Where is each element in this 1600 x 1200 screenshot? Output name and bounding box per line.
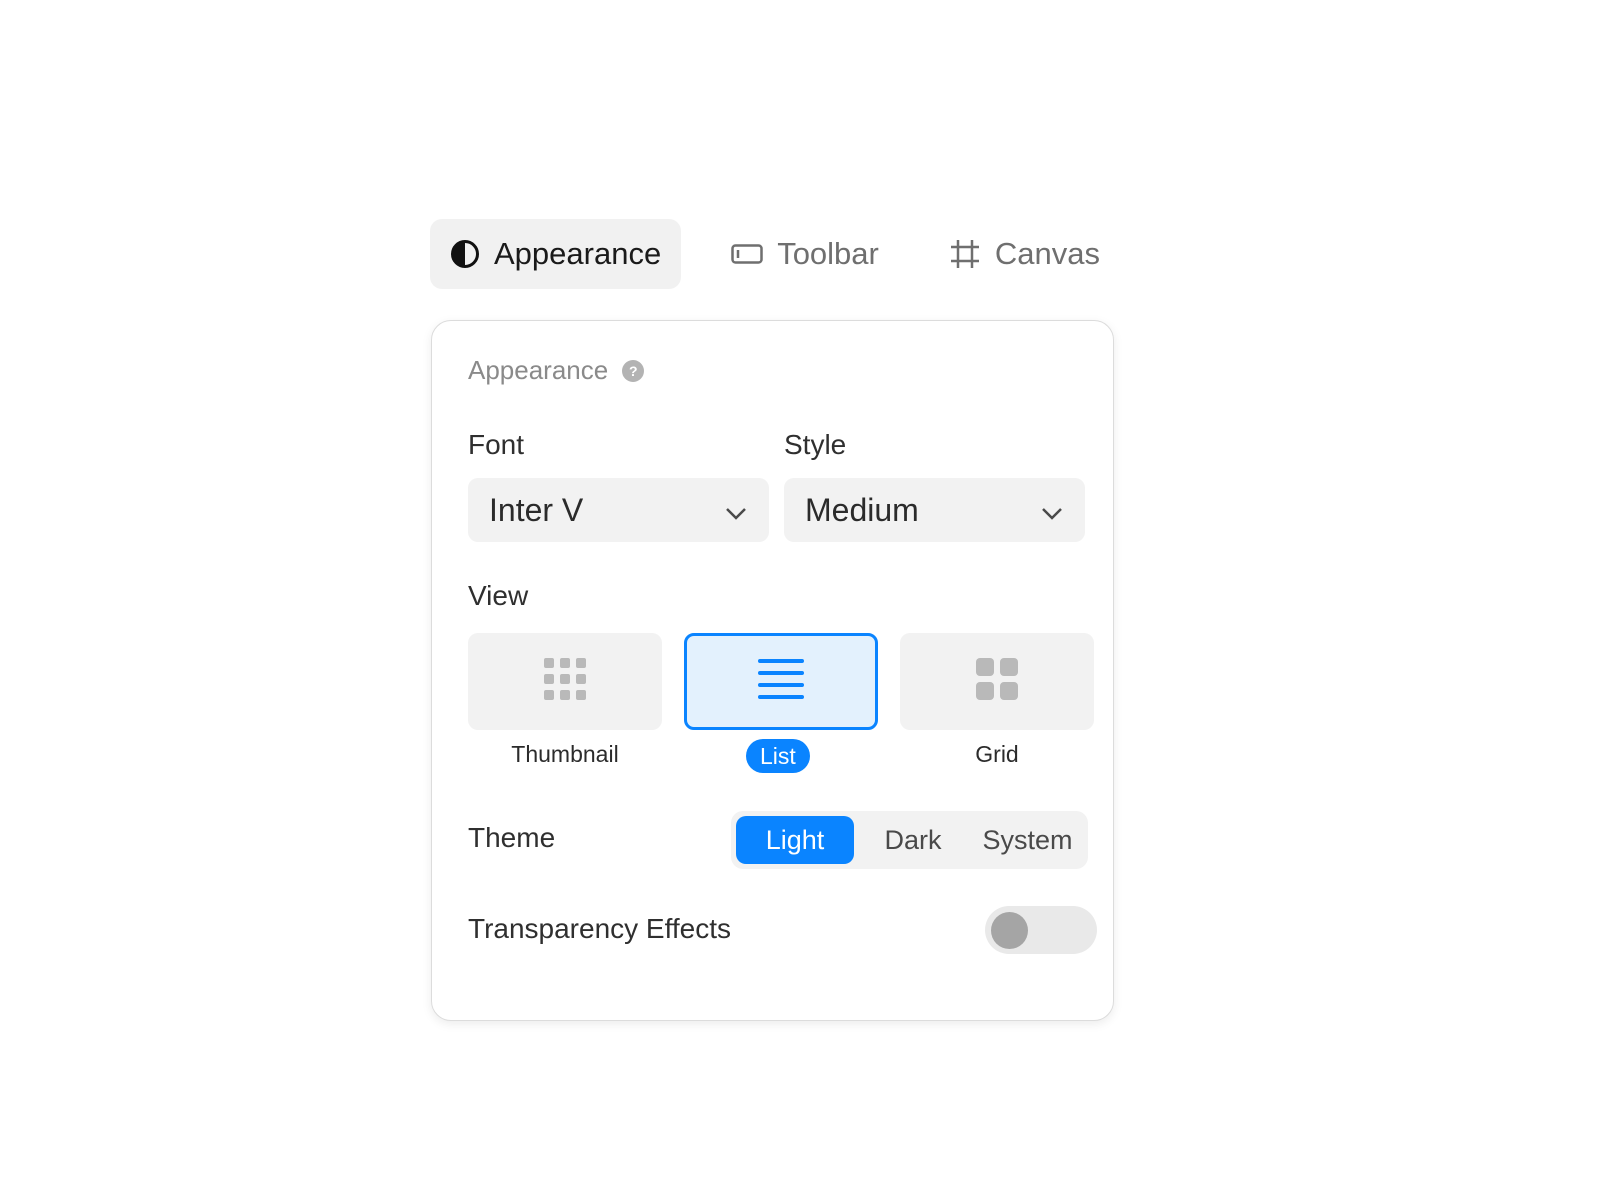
view-label: View bbox=[468, 580, 529, 611]
tab-label: Canvas bbox=[994, 236, 1100, 271]
list-icon bbox=[758, 659, 804, 704]
tab-appearance[interactable]: Appearance bbox=[430, 219, 682, 289]
tab-canvas[interactable]: Canvas bbox=[929, 219, 1120, 289]
help-icon[interactable]: ? bbox=[622, 359, 645, 382]
half-circle-icon bbox=[450, 239, 480, 269]
view-option-list[interactable] bbox=[684, 633, 878, 730]
settings-tabs: Appearance Toolbar Canvas bbox=[430, 219, 1120, 289]
dots-grid-icon bbox=[544, 658, 586, 705]
view-option-grid[interactable] bbox=[900, 633, 1094, 730]
view-option-label-thumbnail: Thumbnail bbox=[511, 741, 619, 767]
view-option-label-grid: Grid bbox=[975, 741, 1019, 767]
toggle-knob bbox=[991, 912, 1028, 949]
chevron-down-icon bbox=[725, 492, 747, 529]
transparency-label: Transparency Effects bbox=[468, 913, 732, 944]
panel-title: Appearance ? bbox=[468, 355, 645, 386]
style-label: Style bbox=[784, 429, 847, 460]
style-select-value: Medium bbox=[805, 491, 919, 528]
font-select-value: Inter V bbox=[489, 491, 584, 528]
style-select[interactable]: Medium bbox=[784, 478, 1085, 542]
toolbar-icon bbox=[731, 243, 763, 265]
tab-label: Toolbar bbox=[777, 236, 879, 271]
tab-toolbar[interactable]: Toolbar bbox=[711, 219, 899, 289]
font-select[interactable]: Inter V bbox=[468, 478, 769, 542]
theme-segmented-control: Light Dark System bbox=[731, 811, 1088, 869]
squares-grid-icon bbox=[976, 658, 1018, 705]
panel-title-text: Appearance bbox=[468, 355, 609, 385]
chevron-down-icon bbox=[1041, 492, 1063, 529]
theme-label: Theme bbox=[468, 822, 556, 853]
theme-option-system[interactable]: System bbox=[972, 816, 1083, 864]
font-label: Font bbox=[468, 429, 525, 460]
theme-option-light[interactable]: Light bbox=[736, 816, 854, 864]
view-option-label-list: List bbox=[746, 739, 810, 773]
transparency-toggle[interactable] bbox=[985, 906, 1097, 954]
view-option-thumbnail[interactable] bbox=[468, 633, 662, 730]
theme-option-dark[interactable]: Dark bbox=[854, 816, 972, 864]
tab-label: Appearance bbox=[494, 236, 662, 271]
frame-icon bbox=[949, 238, 981, 270]
appearance-panel: Appearance ? Font Style Inter V Medium V… bbox=[431, 320, 1114, 1021]
